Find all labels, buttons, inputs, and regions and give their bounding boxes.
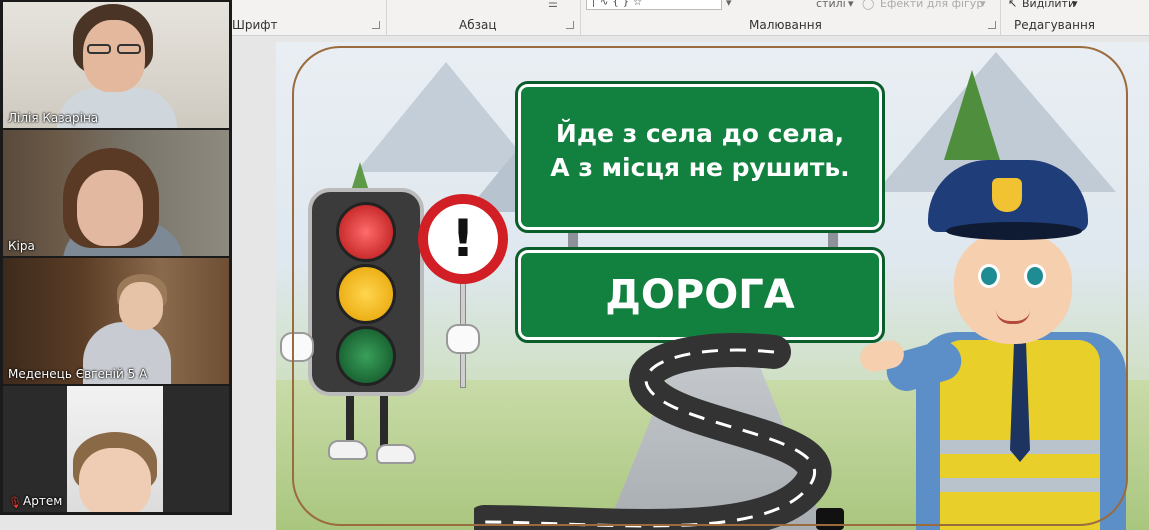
video-feed [3,258,229,384]
traffic-light-shoe [376,444,416,464]
ribbon-separator [1000,0,1001,36]
curve-shape-icon[interactable]: ∿ [600,0,612,8]
trident-badge-icon [992,178,1022,212]
drawing-dialog-launcher-icon[interactable] [988,21,996,29]
select-button[interactable]: Виділити [1022,0,1075,10]
ribbon-separator [580,0,581,36]
participant-tile[interactable]: Кіра [3,130,229,256]
officer-eye [1024,264,1046,288]
list-icon[interactable]: ☰ [548,0,558,10]
participant-head [77,170,143,246]
riddle-sign: Йде з села до села, А з місця не рушить. [515,81,885,233]
participant-name: Кіра [8,239,35,253]
warning-sign: ! [418,194,508,284]
yellow-lamp-face [336,264,396,324]
officer-face [954,232,1072,344]
answer-sign: ДОРОГА [515,247,885,343]
glove-left [280,332,314,362]
pointer-shape-icon[interactable]: ∣ [591,0,600,8]
gallery-scroll-icon[interactable]: ▾ [726,0,732,9]
chevron-down-icon: ▾ [1072,0,1078,10]
video-feed [3,2,229,128]
participant-name: Меденець Євгеній 5 А [8,367,148,381]
red-lamp [336,202,396,262]
cursor-arrow-icon: ↖ [1008,0,1018,10]
participant-name: Лілія Казаріна [8,111,99,125]
shape-effects-button[interactable]: Ефекти для фігур [880,0,983,10]
participants-video-panel: Лілія Казаріна Кіра Меденець Євгеній 5 А… [0,0,232,515]
video-feed [67,386,163,512]
traffic-light-shoe [328,440,368,460]
font-group-label[interactable]: Шрифт [232,18,278,32]
paragraph-dialog-launcher-icon[interactable] [566,21,574,29]
shape-effects-icon: ◯ [862,0,875,10]
muted-microphone-icon: 🎙 [8,496,22,509]
star-shape-icon[interactable]: ☆ [633,0,646,8]
chevron-down-icon: ▾ [848,0,854,10]
video-feed [3,130,229,256]
brace-shape-icon[interactable]: } [623,0,633,8]
bracket-shape-icon[interactable]: { [612,0,622,8]
participant-tile[interactable]: Лілія Казаріна [3,2,229,128]
shapes-gallery[interactable]: ∣∿{}☆ [586,0,722,10]
editing-group-label[interactable]: Редагування [1014,18,1095,32]
cap-visor [946,222,1082,240]
chevron-down-icon: ▾ [980,0,986,10]
font-dialog-launcher-icon[interactable] [372,21,380,29]
slide-canvas[interactable]: Йде з села до села, А з місця не рушить.… [276,42,1149,530]
participant-tile[interactable]: Меденець Євгеній 5 А [3,258,229,384]
participant-name: Артем [23,494,63,508]
officer-eye [978,264,1000,288]
riddle-line-2: А з місця не рушить. [550,153,850,182]
traffic-light-leg [380,392,388,452]
tree-shape [944,70,1000,160]
glasses-icon [87,44,111,54]
drawing-group-label[interactable]: Малювання [749,18,822,32]
traffic-light-character [308,188,424,396]
participant-name-row: 🎙Артем [8,494,62,509]
exclamation-mark-icon: ! [451,209,475,269]
participant-head [83,20,145,92]
participant-tile[interactable]: 🎙Артем [3,386,229,512]
participant-head [79,448,151,512]
vest-reflective-stripe [940,478,1100,492]
answer-text: ДОРОГА [605,272,795,318]
officer-smile [996,310,1030,324]
police-officer-character [857,160,1146,530]
quick-styles-button[interactable]: стилі [816,0,846,10]
paragraph-group-label[interactable]: Абзац [459,18,497,32]
glove-right [446,324,480,354]
green-lamp [336,326,396,386]
ribbon-separator [386,0,387,36]
participant-head [119,282,163,330]
glasses-icon [117,44,141,54]
riddle-line-1: Йде з села до села, [555,119,845,148]
winding-road-illustration [474,333,844,530]
